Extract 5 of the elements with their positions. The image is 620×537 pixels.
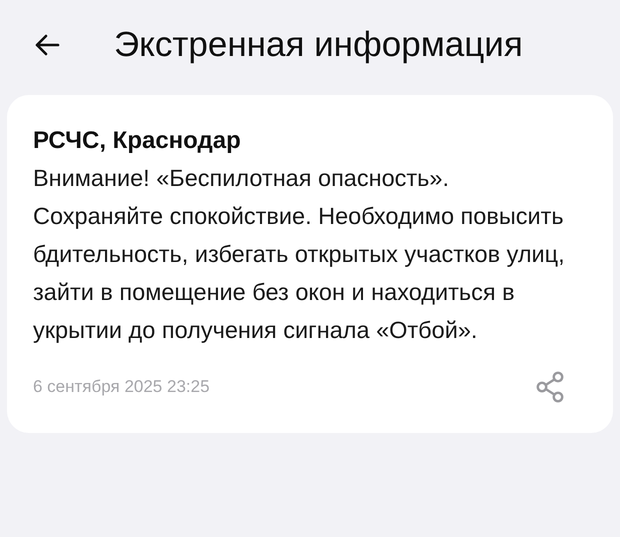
alert-sender: РСЧС, Краснодар xyxy=(33,126,242,156)
screen-title: Экстренная информация xyxy=(114,25,523,65)
alert-message: Внимание! «Беспилотная опасность». Сохраняйте спокойствие. Необходимо повысить бдительность, избегать открытых участков улиц, зайти в помещение без окон и находиться в укрытии до получения сигнала «Отбой». xyxy=(33,164,566,345)
alert-date: 6 сентября 2025 23:25 xyxy=(33,377,210,397)
share-button[interactable] xyxy=(535,371,565,403)
